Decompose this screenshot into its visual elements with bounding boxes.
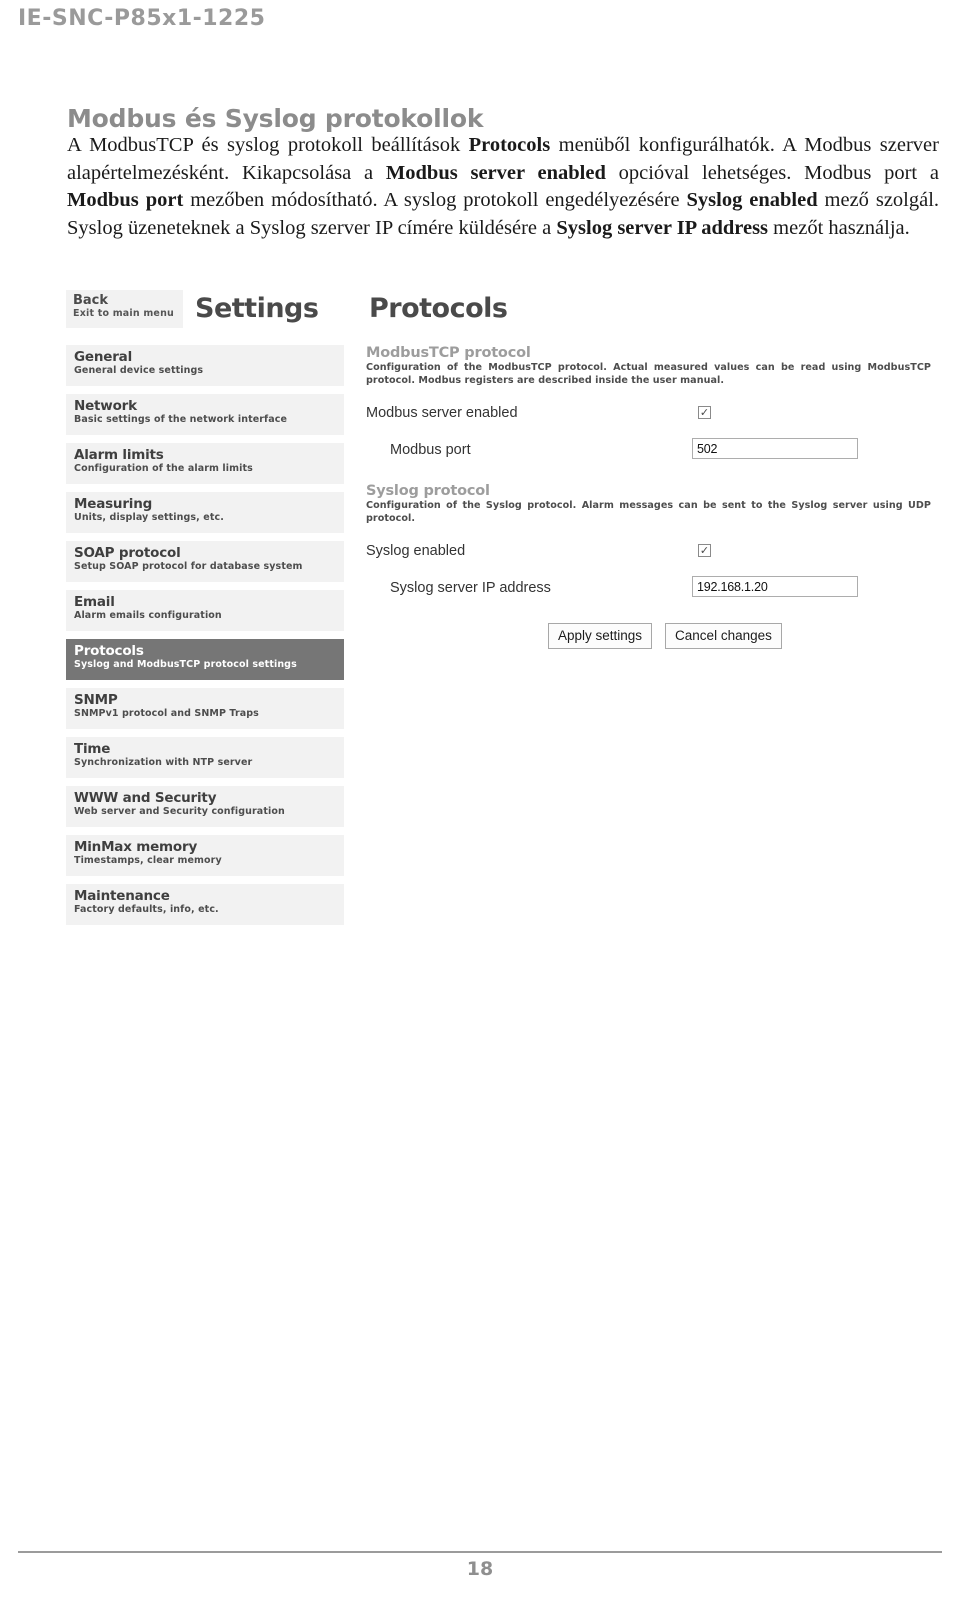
back-button[interactable]: Back Exit to main menu bbox=[66, 290, 183, 328]
syslog-enabled-label: Syslog enabled bbox=[366, 543, 466, 559]
sidebar-menu: General General device settings Network … bbox=[66, 345, 344, 933]
app-title: Settings bbox=[195, 293, 319, 324]
modbus-server-enabled-row: Modbus server enabled ✓ bbox=[366, 399, 934, 432]
current-page-title: Protocols bbox=[369, 293, 508, 324]
sidebar-item-label: WWW and Security bbox=[74, 790, 217, 806]
paragraph-text-3: opcióval lehetséges. Modbus port a bbox=[605, 161, 940, 184]
apply-settings-button[interactable]: Apply settings bbox=[548, 623, 653, 649]
sidebar-item-sublabel: Configuration of the alarm limits bbox=[74, 463, 253, 474]
term-syslog-server-ip-address: Syslog server IP address bbox=[556, 216, 769, 239]
footer-divider bbox=[18, 1551, 942, 1553]
term-protocols: Protocols bbox=[468, 134, 551, 156]
sidebar-item-sublabel: Alarm emails configuration bbox=[74, 610, 222, 621]
sidebar-item-general[interactable]: General General device settings bbox=[66, 345, 344, 386]
sidebar-item-label: Alarm limits bbox=[74, 447, 164, 463]
syslog-server-ip-row: Syslog server IP address 192.168.1.20 bbox=[366, 574, 934, 607]
back-button-sublabel: Exit to main menu bbox=[73, 308, 175, 319]
sidebar-item-sublabel: Factory defaults, info, etc. bbox=[74, 904, 219, 915]
paragraph-text-4: mezőben módosítható. A syslog protokoll … bbox=[183, 189, 687, 211]
sidebar-item-label: MinMax memory bbox=[74, 839, 198, 855]
panel-actions: Apply settings Cancel changes bbox=[548, 623, 934, 651]
back-button-label: Back bbox=[73, 293, 109, 308]
page-number: 18 bbox=[466, 1558, 494, 1580]
sidebar-item-snmp[interactable]: SNMP SNMPv1 protocol and SNMP Traps bbox=[66, 688, 344, 729]
sidebar-item-time[interactable]: Time Synchronization with NTP server bbox=[66, 737, 344, 778]
term-modbus-port: Modbus port bbox=[67, 189, 184, 211]
modbustcp-group: ModbusTCP protocol Configuration of the … bbox=[366, 345, 934, 469]
syslog-server-ip-input[interactable]: 192.168.1.20 bbox=[692, 576, 858, 597]
modbus-server-enabled-label: Modbus server enabled bbox=[366, 405, 518, 421]
sidebar-item-label: Email bbox=[74, 594, 115, 610]
sidebar-item-sublabel: Web server and Security configuration bbox=[74, 806, 285, 817]
sidebar-item-sublabel: SNMPv1 protocol and SNMP Traps bbox=[74, 708, 259, 719]
sidebar-item-soap-protocol[interactable]: SOAP protocol Setup SOAP protocol for da… bbox=[66, 541, 344, 582]
sidebar-item-measuring[interactable]: Measuring Units, display settings, etc. bbox=[66, 492, 344, 533]
sidebar-item-label: Protocols bbox=[74, 643, 144, 659]
term-syslog-enabled: Syslog enabled bbox=[686, 189, 818, 211]
sidebar-item-network[interactable]: Network Basic settings of the network in… bbox=[66, 394, 344, 435]
sidebar-item-sublabel: Basic settings of the network interface bbox=[74, 414, 288, 425]
sidebar-item-label: General bbox=[74, 349, 132, 365]
sidebar-item-sublabel: Timestamps, clear memory bbox=[74, 855, 222, 866]
sidebar-item-label: Time bbox=[74, 741, 111, 757]
sidebar-item-email[interactable]: Email Alarm emails configuration bbox=[66, 590, 344, 631]
settings-panel: ModbusTCP protocol Configuration of the … bbox=[366, 345, 934, 651]
paragraph-text-1: A ModbusTCP és syslog protokoll beállítá… bbox=[67, 134, 469, 156]
modbustcp-group-description: Configuration of the ModbusTCP protocol.… bbox=[366, 362, 931, 386]
document-header-code: IE-SNC-P85x1-1225 bbox=[18, 6, 266, 31]
paragraph-text-6: mezőt használja. bbox=[768, 216, 910, 239]
modbus-server-enabled-checkbox[interactable]: ✓ bbox=[698, 406, 711, 419]
sidebar-item-www-and-security[interactable]: WWW and Security Web server and Security… bbox=[66, 786, 344, 827]
modbus-port-row: Modbus port 502 bbox=[366, 436, 934, 469]
sidebar-item-sublabel: Setup SOAP protocol for database system bbox=[74, 561, 303, 572]
modbus-port-input[interactable]: 502 bbox=[692, 438, 858, 459]
sidebar-item-sublabel: Syslog and ModbusTCP protocol settings bbox=[74, 659, 297, 670]
sidebar-item-label: Measuring bbox=[74, 496, 153, 512]
sidebar-item-protocols[interactable]: Protocols Syslog and ModbusTCP protocol … bbox=[66, 639, 344, 680]
syslog-server-ip-label: Syslog server IP address bbox=[390, 580, 551, 596]
syslog-group-description: Configuration of the Syslog protocol. Al… bbox=[366, 500, 931, 524]
body-paragraph: A ModbusTCP és syslog protokoll beállítá… bbox=[67, 132, 939, 242]
sidebar-item-label: Network bbox=[74, 398, 137, 414]
sidebar-item-label: SNMP bbox=[74, 692, 118, 708]
page-title: Modbus és Syslog protokollok bbox=[67, 103, 484, 133]
syslog-enabled-checkbox[interactable]: ✓ bbox=[698, 544, 711, 557]
sidebar-item-sublabel: Synchronization with NTP server bbox=[74, 757, 253, 768]
sidebar-item-sublabel: General device settings bbox=[74, 365, 204, 376]
device-web-ui-screenshot: Back Exit to main menu Settings Protocol… bbox=[66, 288, 934, 936]
sidebar-item-alarm-limits[interactable]: Alarm limits Configuration of the alarm … bbox=[66, 443, 344, 484]
sidebar-item-label: SOAP protocol bbox=[74, 545, 181, 561]
sidebar-item-sublabel: Units, display settings, etc. bbox=[74, 512, 224, 523]
cancel-changes-button[interactable]: Cancel changes bbox=[665, 623, 782, 649]
syslog-group-title: Syslog protocol bbox=[366, 483, 490, 499]
sidebar-item-maintenance[interactable]: Maintenance Factory defaults, info, etc. bbox=[66, 884, 344, 925]
syslog-group: Syslog protocol Configuration of the Sys… bbox=[366, 483, 934, 607]
modbus-port-label: Modbus port bbox=[390, 442, 471, 458]
modbustcp-group-title: ModbusTCP protocol bbox=[366, 345, 531, 361]
syslog-enabled-row: Syslog enabled ✓ bbox=[366, 537, 934, 570]
term-modbus-server-enabled: Modbus server enabled bbox=[385, 161, 606, 184]
sidebar-item-minmax-memory[interactable]: MinMax memory Timestamps, clear memory bbox=[66, 835, 344, 876]
sidebar-item-label: Maintenance bbox=[74, 888, 170, 904]
